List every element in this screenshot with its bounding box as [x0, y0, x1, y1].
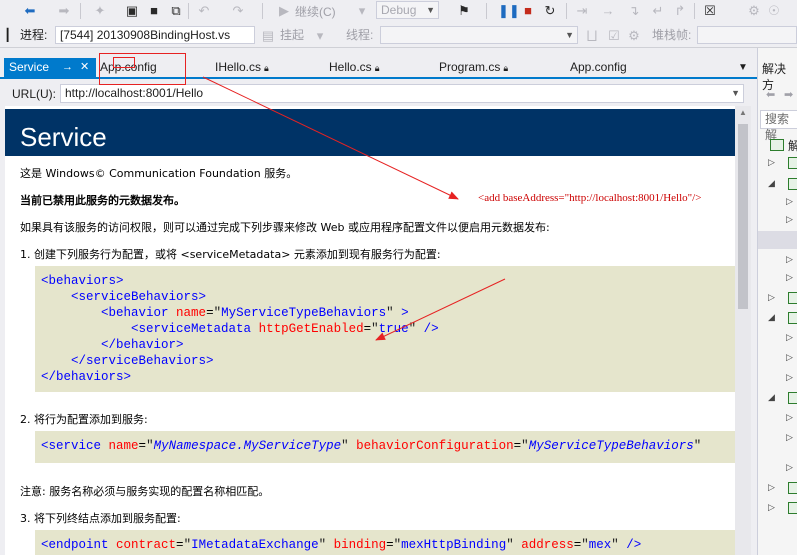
- annotation-arrow: [375, 278, 506, 341]
- annotation-text: <add baseAddress="http://localhost:8001/…: [478, 192, 702, 204]
- annotation-arrow: [202, 76, 459, 200]
- annotation-arrows: [202, 76, 506, 341]
